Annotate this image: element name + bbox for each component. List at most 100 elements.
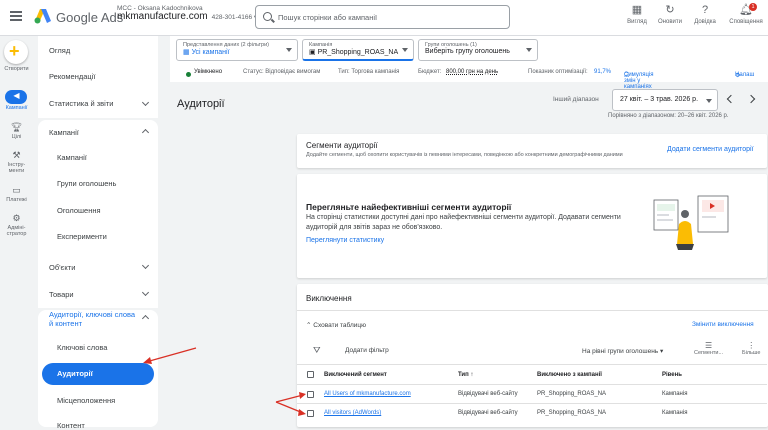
create-button[interactable]: + <box>4 40 28 64</box>
more-button[interactable]: ⋮ Більше <box>742 341 760 356</box>
excluded-segment-link[interactable]: All Users of mkmanufacture.com <box>324 391 411 397</box>
optimization-value[interactable]: 91,7% <box>594 69 611 75</box>
segments-button[interactable]: ☰ Сегменти... <box>694 341 723 356</box>
view-filter-value: ▦ Усі кампанії <box>183 48 291 56</box>
budget-value[interactable]: 800,00 грн на день <box>446 69 498 75</box>
hide-table-label: Сховати таблицю <box>313 322 366 329</box>
select-all-checkbox[interactable] <box>307 371 314 378</box>
sidebar-item-products[interactable]: Товари <box>49 290 74 299</box>
adgroup-filter-value: Виберіть групу оголошень <box>425 48 510 55</box>
row-checkbox[interactable] <box>307 410 314 417</box>
next-period-icon[interactable] <box>746 94 756 104</box>
date-range-label: Інший діапазон <box>553 96 599 103</box>
more-button-label: Більше <box>742 350 761 356</box>
nav-goals[interactable]: 🏆︎ Цілі <box>0 121 33 140</box>
objects-row: Об'єкти <box>38 256 158 282</box>
sidebar-item-placements[interactable]: Місцеположення <box>57 396 115 405</box>
row-checkbox[interactable] <box>307 391 314 398</box>
segments-card-title: Сегменти аудиторії <box>306 141 378 150</box>
dropdown-arrow-icon: ▾ <box>660 348 664 355</box>
refresh-button[interactable]: ↻ Оновити <box>653 3 687 25</box>
help-button[interactable]: ? Довідка <box>688 3 722 25</box>
sidebar-item-campaigns-group[interactable]: Кампанії <box>49 128 79 137</box>
account-selector[interactable]: MCC - Oksana Kadochnikova mkmanufacture.… <box>117 5 257 22</box>
search-input[interactable]: Пошук сторінки або кампанії <box>255 5 510 29</box>
search-icon <box>263 12 272 21</box>
previous-period-icon[interactable] <box>726 94 736 104</box>
date-compare-text: Порівняно з діапазоном: 20–26 квіт. 2026… <box>608 113 729 119</box>
nav-goals-label: Цілі <box>11 134 22 140</box>
dropdown-arrow-icon <box>706 99 712 103</box>
notification-badge: 1 <box>749 3 757 11</box>
search-placeholder: Пошук сторінки або кампанії <box>278 13 378 22</box>
view-filter-dropdown[interactable]: Представлення даних (2 фільтри) ▦ Усі ка… <box>176 39 298 61</box>
filter-bar: Представлення даних (2 фільтри) ▦ Усі ка… <box>170 36 768 90</box>
table-row: All Users of mkmanufacture.com Відвідува… <box>297 384 767 403</box>
sidebar-item-experiments[interactable]: Експерименти <box>57 232 107 241</box>
column-header-segment[interactable]: Виключений сегмент <box>324 372 387 378</box>
column-header-type-label: Тип <box>458 372 469 378</box>
simulation-label: Симуляція змін у кампаніях <box>624 72 654 90</box>
account-id: 428-301-4166 <box>211 14 253 21</box>
table-row: All visitors (AdWords) Відвідувачі веб-с… <box>297 403 767 422</box>
tools-icon: ⚒ <box>12 150 21 160</box>
nav-campaigns-label: Кампанії <box>5 105 28 111</box>
exclusions-title: Виключення <box>306 294 352 303</box>
dropdown-arrow-icon <box>526 48 532 52</box>
add-filter-button[interactable]: Додати фільтр <box>345 347 389 354</box>
chevron-down-icon <box>141 288 150 297</box>
sidebar-item-ads[interactable]: Оголошення <box>57 206 101 215</box>
view-label: Вигляд <box>627 19 647 25</box>
view-icon: ▦ <box>631 4 643 16</box>
filter-icon[interactable]: ⛛ <box>313 345 321 356</box>
column-header-campaign[interactable]: Виключено з кампанії <box>537 372 602 378</box>
sidebar-item-overview[interactable]: Огляд <box>49 46 70 55</box>
view-button[interactable]: ▦ Вигляд <box>620 3 654 25</box>
nav-admin-label: Адміні- стратор <box>6 225 27 237</box>
nav-billing[interactable]: ▭ Платежі <box>0 184 33 203</box>
help-icon: ? <box>701 4 709 16</box>
shopping-icon: ▣ <box>309 49 318 56</box>
campaign-filter-dropdown[interactable]: Кампанія ▣ PR_Shopping_ROAS_NA <box>302 39 414 61</box>
sidebar-item-adgroups[interactable]: Групи оголошень <box>57 179 116 188</box>
menu-icon[interactable] <box>10 11 22 21</box>
add-audience-segments-button[interactable]: Додати сегменти аудиторії <box>667 146 754 153</box>
hide-table-toggle[interactable]: ⌃ Сховати таблицю <box>306 321 366 329</box>
nav-tools[interactable]: ⚒ Інстру- менти <box>0 149 33 174</box>
chart-icon: ▦ <box>183 49 192 56</box>
dropdown-arrow-icon <box>402 48 408 52</box>
annotation-arrow-audiences <box>143 347 197 364</box>
sidebar-item-keywords[interactable]: Ключові слова <box>57 343 107 352</box>
sidebar-item-audiences[interactable]: Аудиторії <box>42 363 154 385</box>
level-selector-label: На рівні групи оголошень <box>582 348 659 355</box>
notifications-button[interactable]: 🔔︎ 1 Сповіщення <box>726 3 766 25</box>
nav-tools-label: Інстру- менти <box>7 162 26 174</box>
level-selector[interactable]: На рівні групи оголошень ▾ <box>582 347 663 355</box>
adgroup-filter-dropdown[interactable]: Групи оголошень (1) Виберіть групу оголо… <box>418 39 538 61</box>
page-title: Аудиторії <box>177 98 225 110</box>
audience-segments-card: Сегменти аудиторії Додайте сегменти, щоб… <box>297 134 767 168</box>
view-insights-link[interactable]: Переглянути статистику <box>306 237 384 244</box>
excluded-segment-link[interactable]: All visitors (AdWords) <box>324 410 381 416</box>
excluded-from-campaign: PR_Shopping_ROAS_NA <box>537 410 607 416</box>
sidebar-item-campaigns[interactable]: Кампанії <box>57 153 87 162</box>
more-vert-icon: ⋮ <box>747 341 756 350</box>
sidebar-item-stats[interactable]: Статистика й звіти <box>49 99 113 108</box>
sidebar-item-content[interactable]: Контент <box>57 421 85 430</box>
date-range-picker[interactable]: 27 квіт. – 3 трав. 2026 р. <box>612 89 718 111</box>
sidebar-item-audiences-group[interactable]: Аудиторії, ключові слова й контент <box>49 310 141 328</box>
status-enabled[interactable]: Увімкнено <box>194 69 222 75</box>
budget-label: Бюджет: <box>418 69 442 75</box>
nav-admin[interactable]: ⚙ Адміні- стратор <box>0 212 33 237</box>
column-header-level[interactable]: Рівень <box>662 372 682 378</box>
left-icon-nav: + Створити ◀ Кампанії 🏆︎ Цілі ⚒ Інстру- ме… <box>0 36 33 427</box>
column-header-type[interactable]: Тип ↑ <box>458 372 473 378</box>
products-row: Товари <box>38 282 158 308</box>
sidebar-item-objects[interactable]: Об'єкти <box>49 263 75 272</box>
chevron-up-icon <box>141 128 150 137</box>
top-bar: Google Ads MCC - Oksana Kadochnikova mkm… <box>0 0 768 36</box>
exclusions-card: Виключення ⌃ Сховати таблицю Змінити вик… <box>297 284 768 427</box>
sidebar-item-recommendations[interactable]: Рекомендації <box>49 72 95 81</box>
edit-exclusions-button[interactable]: Змінити виключення <box>692 321 754 328</box>
side-panel-top: Огляд Рекомендації Статистика й звіти <box>38 36 158 118</box>
